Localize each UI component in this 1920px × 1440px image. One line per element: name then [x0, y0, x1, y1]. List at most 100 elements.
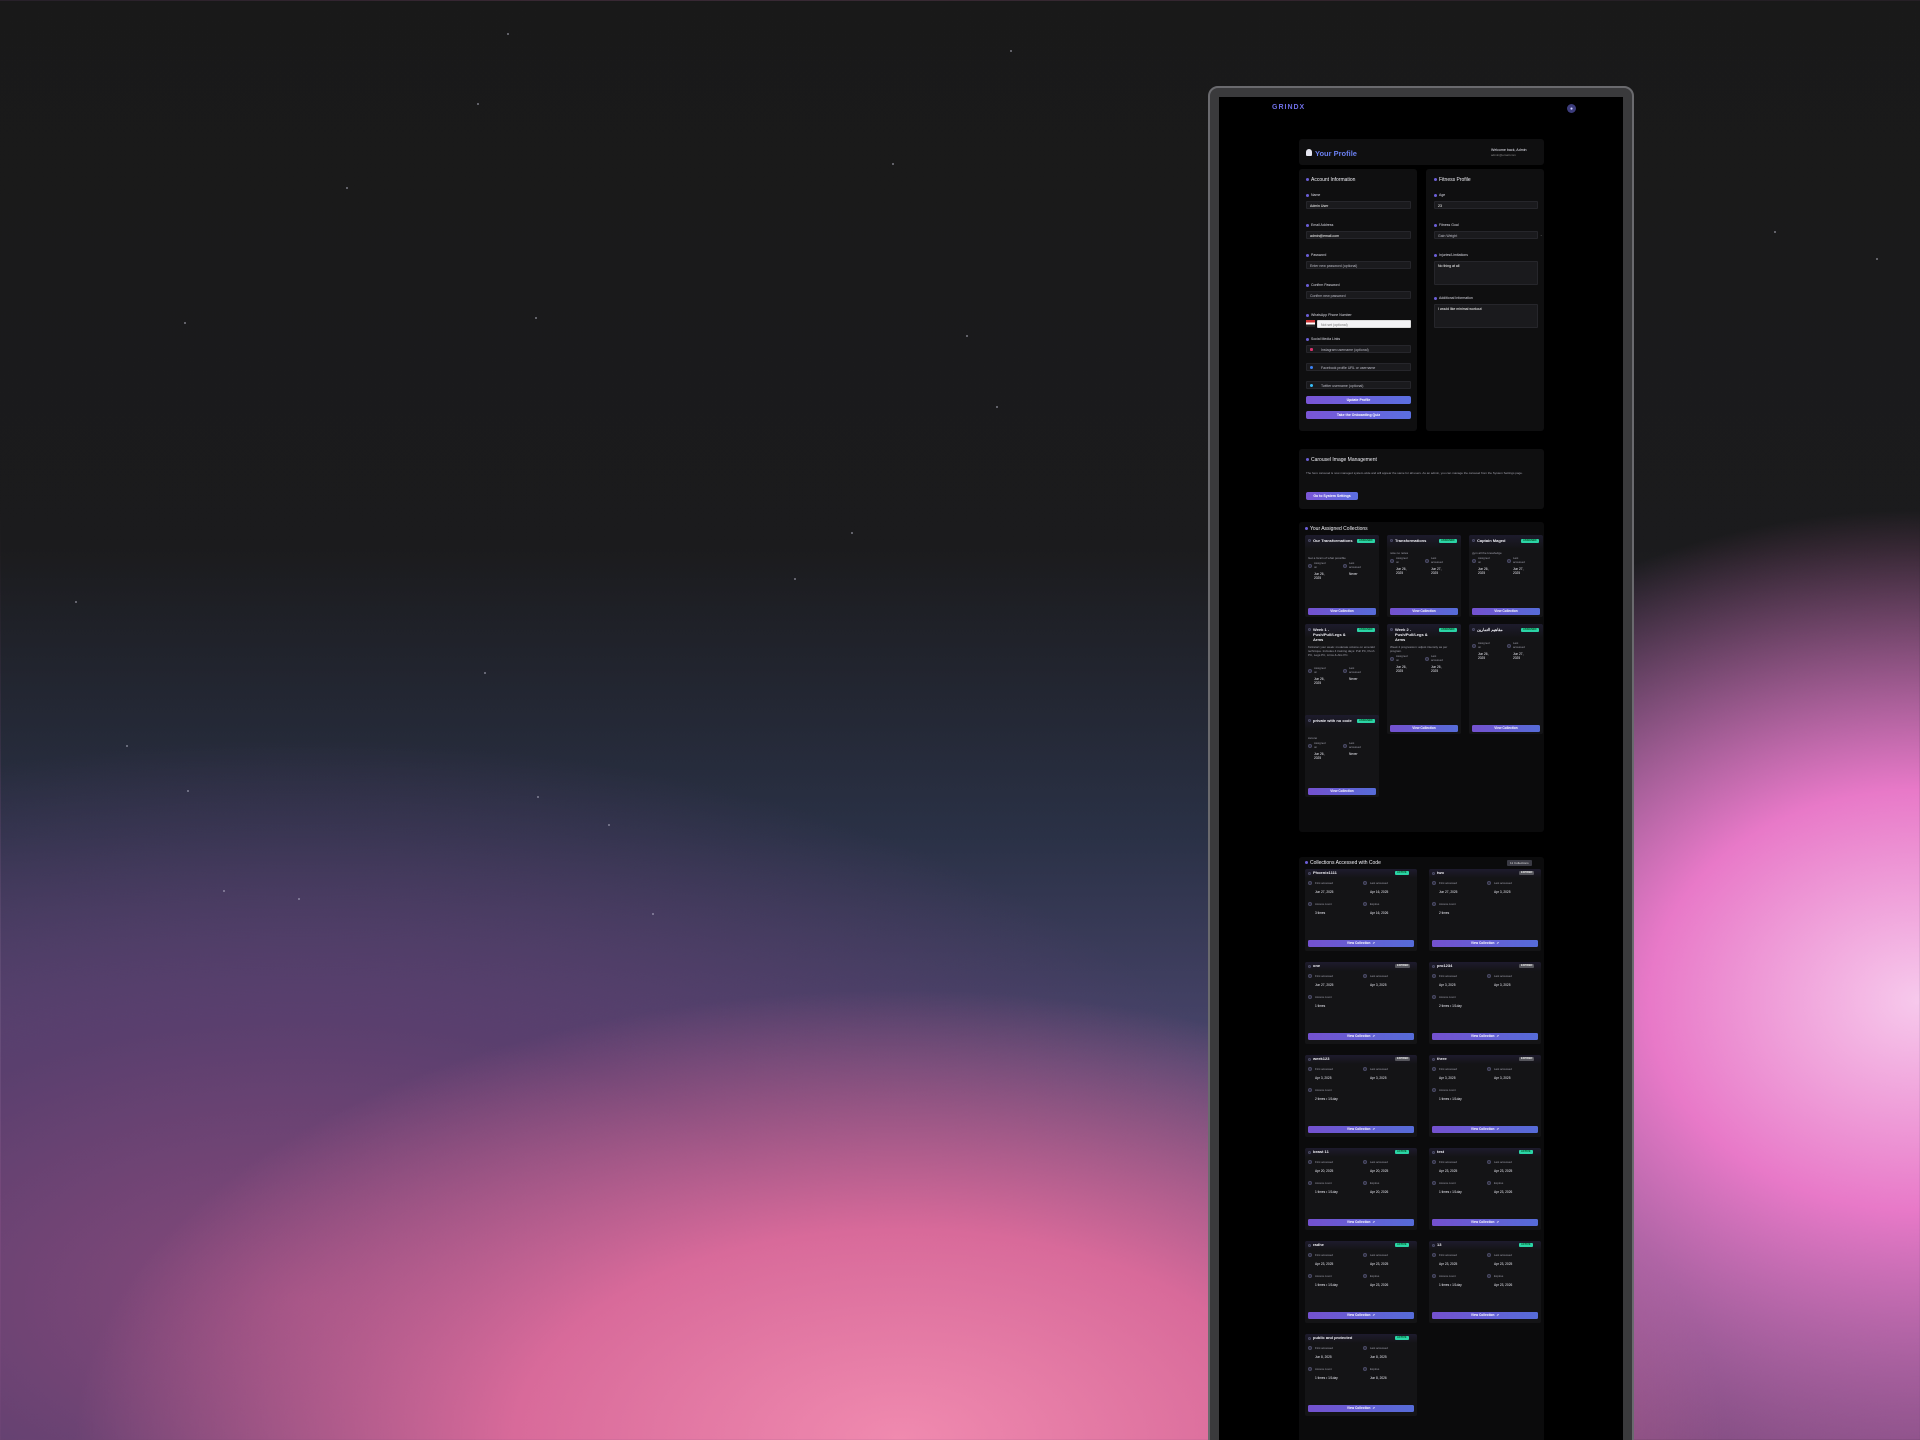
view-collection-label: View Collection [1470, 1220, 1495, 1224]
view-collection-label: View Collection [1346, 1220, 1371, 1224]
expires-label: Expires [1494, 1274, 1504, 1278]
collection-description: zerono [1308, 736, 1318, 740]
access-count-label: Access count [1315, 995, 1332, 999]
view-collection-button[interactable]: View Collection [1390, 725, 1458, 732]
code-collection-card: beast 11 ACTIVE First accessed Apr 20, 2025… [1305, 1148, 1417, 1230]
fitness-goal-label: Fitness Goal [1434, 223, 1459, 227]
assigned-collection-card: Transformations ASSIGNED note no notes Assi… [1387, 535, 1461, 617]
view-collection-label: View Collection [1346, 941, 1371, 945]
assigned-on-label: Assigned on [1478, 556, 1490, 564]
country-flag-icon[interactable] [1306, 320, 1315, 327]
view-collection-button[interactable]: View Collection ↗ [1432, 940, 1538, 947]
view-collection-button[interactable]: View Collection [1472, 608, 1540, 615]
clock-icon [1487, 974, 1491, 978]
calendar-icon [1432, 974, 1436, 978]
password-input[interactable]: Enter new password (optional) [1306, 261, 1411, 269]
view-collection-button[interactable]: View Collection [1308, 788, 1376, 795]
access-count-label: Access count [1315, 902, 1332, 906]
external-link-icon: ↗ [1496, 1313, 1500, 1317]
collection-icon [1308, 965, 1311, 968]
view-collection-button[interactable]: View Collection [1390, 608, 1458, 615]
expires-label: Expires [1370, 1274, 1380, 1278]
first-accessed-value: Apr 3, 2025 [1439, 983, 1456, 987]
last-accessed-label: Last accessed [1370, 881, 1388, 885]
collection-icon [1432, 1151, 1435, 1154]
age-label: Age [1434, 193, 1445, 197]
account-info-title: Account Information [1306, 177, 1355, 183]
view-collection-button[interactable]: View Collection [1472, 725, 1540, 732]
view-collection-button[interactable]: View Collection [1308, 608, 1376, 615]
counter-icon [1432, 995, 1436, 999]
first-accessed-value: Apr 3, 2025 [1439, 1076, 1456, 1080]
calendar-icon [1432, 1067, 1436, 1071]
first-accessed-value: Apr 20, 2025 [1315, 1169, 1334, 1173]
age-input[interactable]: 23 [1434, 201, 1538, 209]
access-count-value: 1 times • 1/1day [1439, 1283, 1462, 1287]
last-accessed-label: Last accessed [1494, 1253, 1512, 1257]
dumbbell-icon [1434, 178, 1437, 182]
collection-icon [1390, 539, 1393, 542]
view-collection-button[interactable]: View Collection ↗ [1308, 1219, 1414, 1226]
last-accessed-value: Apr 3, 2025 [1494, 890, 1511, 894]
additional-label-text: Additional Information [1439, 296, 1473, 300]
counter-icon [1308, 995, 1312, 999]
view-collection-button[interactable]: View Collection ↗ [1432, 1312, 1538, 1319]
status-badge: EXPIRED [1395, 1057, 1411, 1061]
external-link-icon: ↗ [1496, 1034, 1500, 1038]
access-count-label: Access count [1439, 1181, 1456, 1185]
injuries-label: Injuries/Limitations [1434, 253, 1468, 257]
access-count-value: 1 times • 1/1day [1315, 1376, 1338, 1380]
app-logo[interactable]: GRINDX [1272, 104, 1305, 111]
view-collection-button[interactable]: View Collection ↗ [1308, 1405, 1414, 1412]
last-accessed-label: Last accessed [1370, 974, 1388, 978]
access-count-label: Access count [1439, 1274, 1456, 1278]
twitter-input[interactable]: Twitter username (optional) [1306, 381, 1411, 389]
last-accessed-value: Apr 16, 2025 [1370, 890, 1389, 894]
collection-title: pro1234 [1437, 963, 1453, 968]
confirm-password-label: Confirm Password [1306, 283, 1340, 287]
access-count-value: 2 times • 1/1day [1439, 1004, 1462, 1008]
counter-icon [1432, 1274, 1436, 1278]
view-collection-button[interactable]: View Collection ↗ [1308, 940, 1414, 947]
status-badge: EXPIRED [1519, 871, 1535, 875]
counter-icon [1308, 1367, 1312, 1371]
access-count-value: 1 times • 1/1day [1439, 1190, 1462, 1194]
view-collection-button[interactable]: View Collection ↗ [1432, 1033, 1538, 1040]
access-count-label: Access count [1439, 1088, 1456, 1092]
fitness-goal-select[interactable]: Gain Weight [1434, 231, 1538, 239]
facebook-icon [1310, 366, 1313, 369]
external-link-icon: ↗ [1372, 1313, 1376, 1317]
code-collection-card: one EXPIRED First accessed Jun 27, 2025 Last… [1305, 962, 1417, 1044]
injuries-textarea[interactable]: No thing at all [1434, 261, 1538, 285]
onboarding-quiz-button[interactable]: Take the Onboarding Quiz [1306, 411, 1411, 419]
access-count-label: Access count [1315, 1181, 1332, 1185]
name-input[interactable]: Admin User [1306, 201, 1411, 209]
whatsapp-phone-input[interactable]: Not set (optional) [1317, 320, 1411, 328]
status-badge: ACTIVE [1395, 1150, 1409, 1154]
facebook-input[interactable]: Facebook profile URL or username [1306, 363, 1411, 371]
clock-icon [1363, 1160, 1367, 1164]
collection-icon [1472, 628, 1475, 631]
collection-title: week123 [1313, 1056, 1330, 1061]
view-collection-label: View Collection [1470, 1127, 1495, 1131]
status-badge: ACTIVE [1395, 1336, 1409, 1340]
view-collection-button[interactable]: View Collection ↗ [1308, 1033, 1414, 1040]
view-collection-button[interactable]: View Collection ↗ [1308, 1312, 1414, 1319]
confirm-password-input[interactable]: Confirm new password [1306, 291, 1411, 299]
instagram-input[interactable]: Instagram username (optional) [1306, 345, 1411, 353]
view-collection-button[interactable]: View Collection ↗ [1432, 1126, 1538, 1133]
update-profile-button[interactable]: Update Profile [1306, 396, 1411, 404]
access-count-label: Access count [1439, 995, 1456, 999]
system-settings-button[interactable]: Go to System Settings [1306, 492, 1358, 500]
clock-icon [1363, 974, 1367, 978]
code-collection-card: radhe ACTIVE First accessed Apr 23, 2025 Las… [1305, 1241, 1417, 1323]
collection-title: Week 2 - Push/Pull/Legs & Arms [1395, 627, 1428, 642]
access-count-value: 1 times [1315, 1004, 1326, 1008]
view-collection-button[interactable]: View Collection ↗ [1432, 1219, 1538, 1226]
calendar-icon [1308, 1067, 1312, 1071]
view-collection-button[interactable]: View Collection ↗ [1308, 1126, 1414, 1133]
additional-info-textarea[interactable]: I would like minimal workout [1434, 304, 1538, 328]
last-accessed-value: Jun 27, 2025 [1513, 652, 1524, 660]
email-field[interactable]: admin@email.com [1306, 231, 1411, 239]
user-menu-icon[interactable]: ● [1567, 104, 1576, 113]
